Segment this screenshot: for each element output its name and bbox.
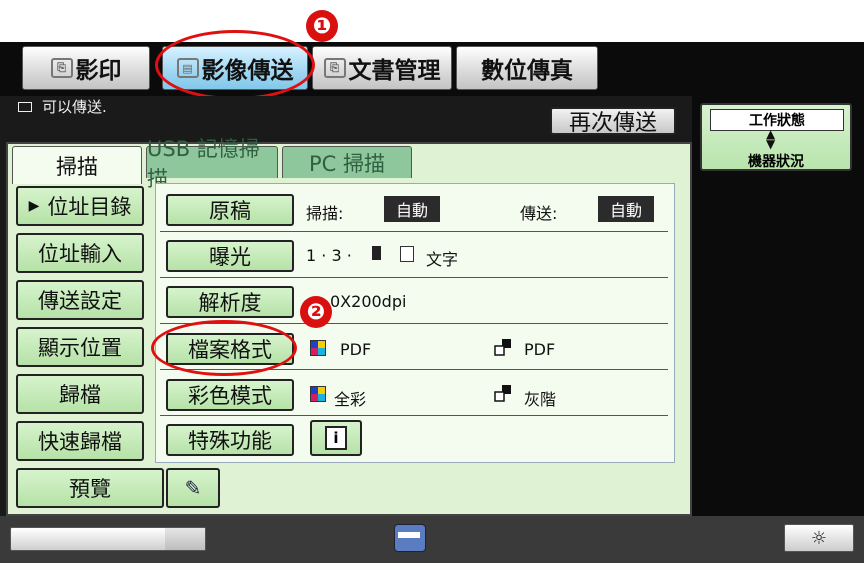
- info-icon: i: [325, 426, 347, 450]
- send-settings-button[interactable]: 傳送設定: [16, 280, 144, 320]
- tab-pc-scan[interactable]: PC 掃描: [282, 146, 412, 178]
- copy-icon: ⎘: [50, 58, 73, 78]
- divider: [160, 277, 668, 278]
- divider: [160, 415, 668, 416]
- send-value: 自動: [598, 196, 654, 222]
- arrow-right-icon: ▶: [28, 198, 40, 214]
- callout-circle-1: [155, 30, 315, 100]
- scan-job-icon[interactable]: [390, 520, 430, 556]
- color-mode-button[interactable]: 彩色模式: [166, 379, 294, 411]
- address-book-label: 位址目錄: [47, 195, 132, 219]
- file-button[interactable]: 歸檔: [16, 374, 144, 414]
- status-message: 可以傳送.: [42, 98, 107, 116]
- sun-icon: ☼: [810, 527, 828, 549]
- full-color-icon: [310, 386, 326, 402]
- original-button[interactable]: 原稿: [166, 194, 294, 226]
- tab-document-filing[interactable]: ⎘ 文書管理: [312, 46, 452, 90]
- edit-icon: ✎: [184, 476, 202, 500]
- preview-button[interactable]: 預覽: [16, 468, 164, 508]
- color-format-value: PDF: [340, 340, 372, 359]
- exposure-mode: 文字: [426, 250, 459, 269]
- resolution-button[interactable]: 解析度: [166, 286, 294, 318]
- grayscale-icon: [494, 385, 511, 402]
- resolution-value: 0X200dpi: [330, 292, 407, 311]
- tab-copy-label: 影印: [75, 58, 122, 84]
- callout-number-2: ❷: [300, 296, 332, 328]
- resend-button[interactable]: 再次傳送: [550, 107, 676, 136]
- document-icon: ⎘: [323, 58, 346, 78]
- bw-format-value: PDF: [524, 340, 556, 359]
- envelope-icon: [18, 102, 32, 112]
- tab-document-filing-label: 文書管理: [348, 58, 441, 84]
- scan-value: 自動: [384, 196, 440, 222]
- preview-edit-button[interactable]: ✎: [166, 468, 220, 508]
- scan-label: 掃描:: [306, 204, 344, 223]
- callout-circle-2: [151, 320, 297, 376]
- job-status-button[interactable]: 工作狀態 ▲ ▼ 機器狀況: [700, 103, 852, 171]
- tab-scan[interactable]: 掃描: [12, 146, 142, 184]
- send-label: 傳送:: [520, 204, 558, 223]
- color-mode-value: 全彩: [334, 390, 367, 409]
- info-button[interactable]: i: [310, 420, 362, 456]
- callout-number-1: ❶: [306, 10, 338, 42]
- address-book-button[interactable]: ▶ 位址目錄: [16, 186, 144, 226]
- progress-fill: [165, 528, 205, 550]
- machine-status-label: 機器狀況: [748, 154, 804, 170]
- bw-mode-value: 灰階: [524, 390, 557, 409]
- toggle-arrows-icon: ▲ ▼: [766, 127, 776, 151]
- tab-usb-scan[interactable]: USB 記憶掃描: [146, 137, 278, 191]
- exposure-value: 1 · 3 ·: [306, 246, 352, 265]
- tab-copy[interactable]: ⎘ 影印: [22, 46, 150, 90]
- address-entry-button[interactable]: 位址輸入: [16, 233, 144, 273]
- brightness-button[interactable]: ☼: [784, 524, 854, 552]
- exposure-button[interactable]: 曝光: [166, 240, 294, 272]
- exposure-level-icon: [372, 246, 381, 260]
- display-position-button[interactable]: 顯示位置: [16, 327, 144, 367]
- special-modes-button[interactable]: 特殊功能: [166, 424, 294, 456]
- quick-file-button[interactable]: 快速歸檔: [16, 421, 144, 461]
- job-status-label: 工作狀態: [710, 109, 844, 131]
- tab-digital-fax[interactable]: 數位傳真: [456, 46, 598, 90]
- color-format-icon: [310, 340, 326, 356]
- divider: [160, 231, 668, 232]
- text-mode-icon: [400, 246, 414, 262]
- tab-digital-fax-label: 數位傳真: [481, 58, 573, 84]
- progress-bar: [10, 527, 206, 551]
- bw-format-icon: [494, 339, 511, 356]
